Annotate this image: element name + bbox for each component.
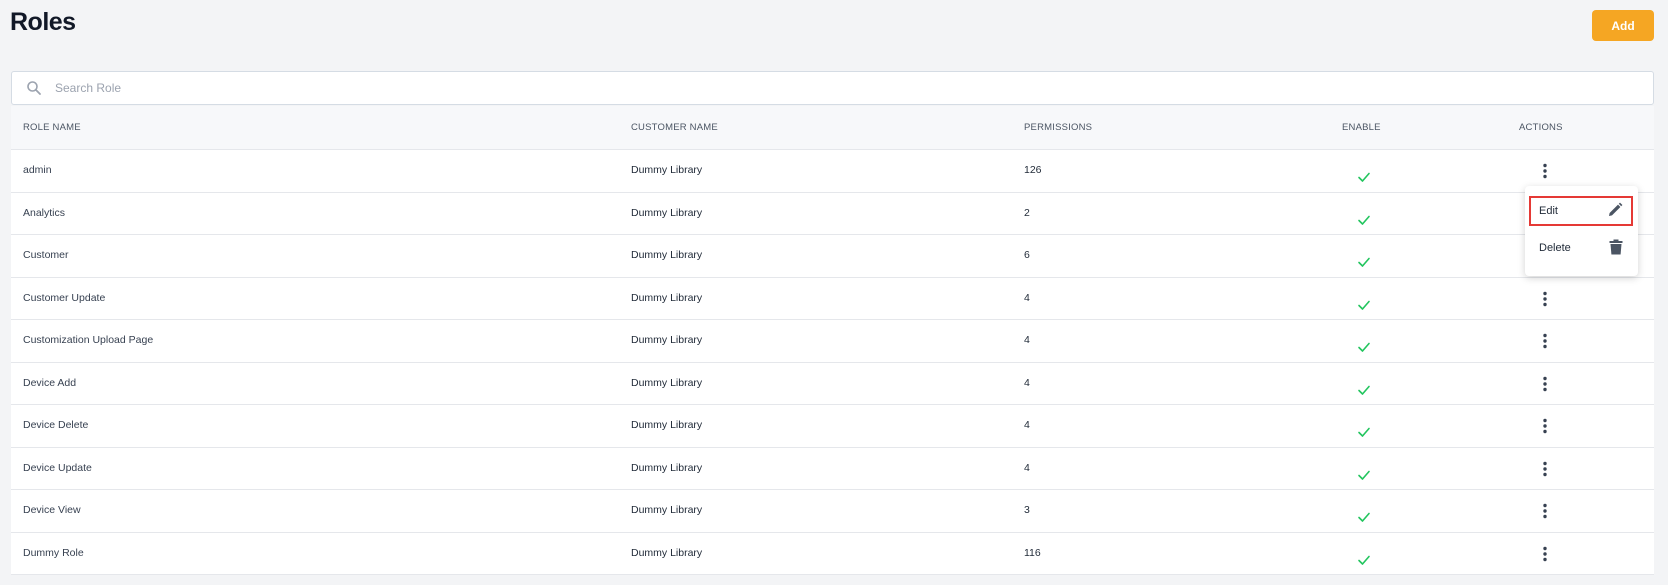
role-name-cell: Device View [23, 504, 81, 516]
column-header-customer-name: CUSTOMER NAME [631, 122, 718, 133]
table-header: ROLE NAME CUSTOMER NAME PERMISSIONS ENAB… [11, 106, 1654, 150]
customer-name-cell: Dummy Library [631, 206, 703, 219]
pencil-icon [1607, 202, 1623, 221]
customer-name-cell: Dummy Library [631, 291, 703, 304]
page-title: Roles [10, 8, 76, 36]
column-header-actions: ACTIONS [1519, 122, 1563, 133]
permissions-cell: 2 [1024, 206, 1030, 219]
column-header-permissions: PERMISSIONS [1024, 122, 1093, 133]
search-box [11, 71, 1654, 105]
role-name-cell: admin [23, 164, 52, 176]
table-body: admin Dummy Library 126 Analytics Dummy Libr… [11, 150, 1654, 575]
check-icon [1357, 289, 1371, 310]
edit-label: Edit [1539, 205, 1558, 217]
customer-name-cell: Dummy Library [631, 546, 703, 559]
roles-table: ROLE NAME CUSTOMER NAME PERMISSIONS ENAB… [11, 106, 1654, 575]
more-options-icon[interactable] [1534, 371, 1556, 397]
table-row: Dummy Role Dummy Library 116 [11, 532, 1654, 575]
customer-name-cell: Dummy Library [631, 504, 703, 516]
search-icon [26, 80, 42, 96]
more-options-icon[interactable] [1534, 158, 1556, 184]
permissions-cell: 4 [1024, 419, 1030, 431]
permissions-cell: 126 [1024, 164, 1042, 176]
check-icon [1357, 246, 1371, 267]
role-name-cell: Customization Upload Page [23, 334, 154, 346]
check-icon [1357, 374, 1371, 395]
table-row: Customization Upload Page Dummy Library 4 [11, 320, 1654, 363]
permissions-cell: 4 [1024, 291, 1030, 304]
delete-label: Delete [1539, 242, 1571, 254]
customer-name-cell: Dummy Library [631, 164, 703, 176]
check-icon [1357, 204, 1371, 225]
permissions-cell: 4 [1024, 334, 1030, 346]
role-name-cell: Customer [23, 249, 69, 261]
customer-name-cell: Dummy Library [631, 334, 703, 346]
edit-menu-item[interactable]: Edit [1529, 196, 1633, 226]
table-row: Customer Dummy Library 6 [11, 235, 1654, 278]
more-options-icon[interactable] [1534, 541, 1556, 567]
permissions-cell: 3 [1024, 504, 1030, 516]
customer-name-cell: Dummy Library [631, 249, 703, 261]
more-options-icon[interactable] [1534, 498, 1556, 524]
more-options-icon[interactable] [1534, 413, 1556, 439]
customer-name-cell: Dummy Library [631, 376, 703, 389]
table-row: admin Dummy Library 126 [11, 150, 1654, 193]
check-icon [1357, 161, 1371, 182]
check-icon [1357, 544, 1371, 565]
table-row: Device Add Dummy Library 4 [11, 362, 1654, 405]
more-options-icon[interactable] [1534, 328, 1556, 354]
check-icon [1357, 501, 1371, 522]
role-name-cell: Device Add [23, 376, 77, 389]
permissions-cell: 4 [1024, 376, 1030, 389]
more-options-icon[interactable] [1534, 456, 1556, 482]
table-row: Analytics Dummy Library 2 [11, 192, 1654, 235]
role-name-cell: Device Delete [23, 419, 89, 431]
more-options-icon[interactable] [1534, 286, 1556, 312]
add-button[interactable]: Add [1592, 10, 1654, 41]
role-name-cell: Device Update [23, 461, 92, 474]
check-icon [1357, 416, 1371, 437]
check-icon [1357, 331, 1371, 352]
table-row: Device View Dummy Library 3 [11, 490, 1654, 533]
column-header-enable: ENABLE [1342, 122, 1381, 133]
delete-menu-item[interactable]: Delete [1529, 233, 1633, 263]
row-actions-menu: Edit Delete [1525, 186, 1638, 276]
table-row: Device Update Dummy Library 4 [11, 447, 1654, 490]
check-icon [1357, 459, 1371, 480]
customer-name-cell: Dummy Library [631, 461, 703, 474]
role-name-cell: Customer Update [23, 291, 106, 304]
column-header-role-name: ROLE NAME [23, 122, 81, 133]
role-name-cell: Dummy Role [23, 546, 84, 559]
search-input[interactable] [53, 80, 1557, 96]
permissions-cell: 116 [1024, 546, 1041, 559]
customer-name-cell: Dummy Library [631, 419, 703, 431]
permissions-cell: 6 [1024, 249, 1030, 261]
trash-icon [1609, 239, 1623, 258]
role-name-cell: Analytics [23, 206, 66, 219]
table-row: Customer Update Dummy Library 4 [11, 277, 1654, 320]
permissions-cell: 4 [1024, 461, 1030, 474]
table-row: Device Delete Dummy Library 4 [11, 405, 1654, 448]
